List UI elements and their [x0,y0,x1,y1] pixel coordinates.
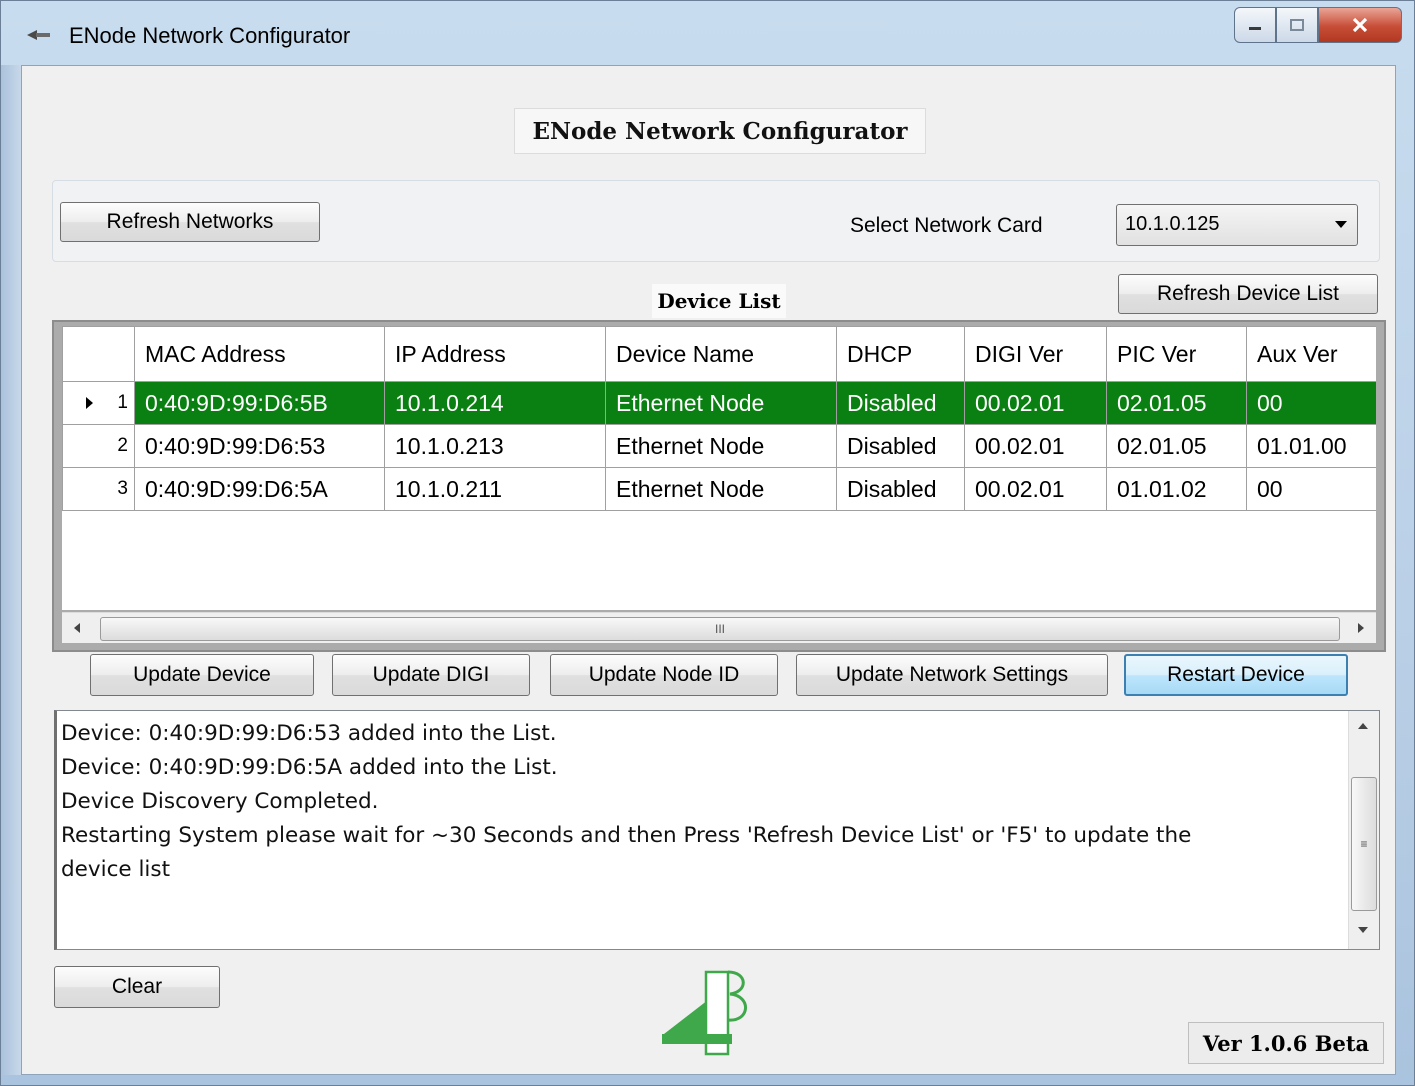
app-icon [27,30,50,40]
scroll-down-icon[interactable] [1358,927,1368,933]
scroll-up-icon[interactable] [1358,723,1368,729]
refresh-device-list-button[interactable]: Refresh Device List [1118,274,1378,314]
table-cell[interactable]: 0:40:9D:99:D6:5B [134,381,385,425]
table-cell[interactable]: Ethernet Node [605,424,837,468]
maximize-icon [1290,19,1304,31]
title-bar[interactable]: ENode Network Configurator [1,1,1414,65]
table-cell[interactable]: Disabled [836,381,965,425]
device-grid-body: MAC Address IP Address Device Name DHCP … [62,326,1376,610]
table-cell[interactable]: 01.01.00 [1246,424,1376,468]
table-cell[interactable]: 02.01.05 [1106,381,1247,425]
update-node-id-button[interactable]: Update Node ID [550,654,778,696]
table-row[interactable]: 1 0:40:9D:99:D6:5B 10.1.0.214 Ethernet N… [62,381,1376,425]
table-cell[interactable]: 00 [1246,381,1376,425]
vertical-scrollbar[interactable]: ≡ [1348,711,1379,949]
network-card-value: 10.1.0.125 [1125,213,1220,235]
company-logo [662,970,747,1056]
page-title: ENode Network Configurator [514,108,926,154]
table-cell[interactable]: 0:40:9D:99:D6:53 [134,424,385,468]
column-header[interactable]: DIGI Ver [964,326,1107,382]
row-pointer-icon [86,396,94,409]
table-cell[interactable]: Disabled [836,467,965,511]
device-list-title: Device List [652,284,786,318]
row-header-corner[interactable] [62,326,135,382]
table-row[interactable]: 3 0:40:9D:99:D6:5A 10.1.0.211 Ethernet N… [62,467,1376,511]
table-header-row: MAC Address IP Address Device Name DHCP … [62,326,1376,382]
scroll-left-icon[interactable] [74,623,80,633]
device-table: MAC Address IP Address Device Name DHCP … [62,326,1376,511]
column-header[interactable]: Aux Ver [1246,326,1376,382]
scroll-right-icon[interactable] [1358,623,1364,633]
app-window: ENode Network Configurator ENode Network… [0,0,1415,1086]
device-grid: MAC Address IP Address Device Name DHCP … [52,320,1386,652]
column-header[interactable]: PIC Ver [1106,326,1247,382]
minimize-icon [1249,27,1261,30]
row-header[interactable]: 3 [62,467,135,511]
table-cell[interactable]: 10.1.0.214 [384,381,606,425]
table-cell[interactable]: 10.1.0.213 [384,424,606,468]
network-card-select[interactable]: 10.1.0.125 [1116,204,1358,246]
table-row[interactable]: 2 0:40:9D:99:D6:53 10.1.0.213 Ethernet N… [62,424,1376,468]
column-header[interactable]: MAC Address [134,326,385,382]
update-network-settings-button[interactable]: Update Network Settings [796,654,1108,696]
table-cell[interactable]: 00.02.01 [964,381,1107,425]
table-cell[interactable]: 02.01.05 [1106,424,1247,468]
row-header[interactable]: 1 [62,381,135,425]
scrollbar-thumb[interactable]: ≡ [1351,777,1377,911]
table-cell[interactable]: 01.01.02 [1106,467,1247,511]
column-header[interactable]: IP Address [384,326,606,382]
log-lines: Device: 0:40:9D:99:D6:53 added into the … [61,717,1351,887]
horizontal-scrollbar[interactable]: III [62,612,1376,643]
window-border [1,65,21,1075]
table-cell[interactable]: 10.1.0.211 [384,467,606,511]
clear-button[interactable]: Clear [54,966,220,1008]
select-network-card-label: Select Network Card [850,214,1043,237]
restart-device-button[interactable]: Restart Device [1124,654,1348,696]
update-digi-button[interactable]: Update DIGI [332,654,530,696]
maximize-button[interactable] [1276,7,1318,43]
window-controls [1234,7,1402,43]
table-cell[interactable]: 0:40:9D:99:D6:5A [134,467,385,511]
log-line: Device: 0:40:9D:99:D6:5A added into the … [61,755,558,780]
scrollbar-thumb[interactable]: III [100,617,1340,641]
column-header[interactable]: DHCP [836,326,965,382]
chevron-down-icon [1335,221,1347,228]
column-header[interactable]: Device Name [605,326,837,382]
log-line: Device Discovery Completed. [61,789,379,814]
table-cell[interactable]: Ethernet Node [605,467,837,511]
close-button[interactable] [1318,7,1402,43]
window-title: ENode Network Configurator [69,23,351,48]
table-cell[interactable]: Disabled [836,424,965,468]
client-area: ENode Network Configurator Refresh Netwo… [21,65,1396,1075]
table-cell[interactable]: Ethernet Node [605,381,837,425]
minimize-button[interactable] [1234,7,1276,43]
log-line: device list [61,857,171,882]
table-cell[interactable]: 00.02.01 [964,424,1107,468]
version-label: Ver 1.0.6 Beta [1188,1022,1384,1064]
log-line: Restarting System please wait for ~30 Se… [61,823,1192,848]
update-device-button[interactable]: Update Device [90,654,314,696]
close-icon [1352,17,1368,33]
refresh-networks-button[interactable]: Refresh Networks [60,202,320,242]
log-line: Device: 0:40:9D:99:D6:53 added into the … [61,721,557,746]
table-cell[interactable]: 00 [1246,467,1376,511]
log-textarea[interactable]: Device: 0:40:9D:99:D6:53 added into the … [54,710,1380,950]
table-cell[interactable]: 00.02.01 [964,467,1107,511]
row-header[interactable]: 2 [62,424,135,468]
